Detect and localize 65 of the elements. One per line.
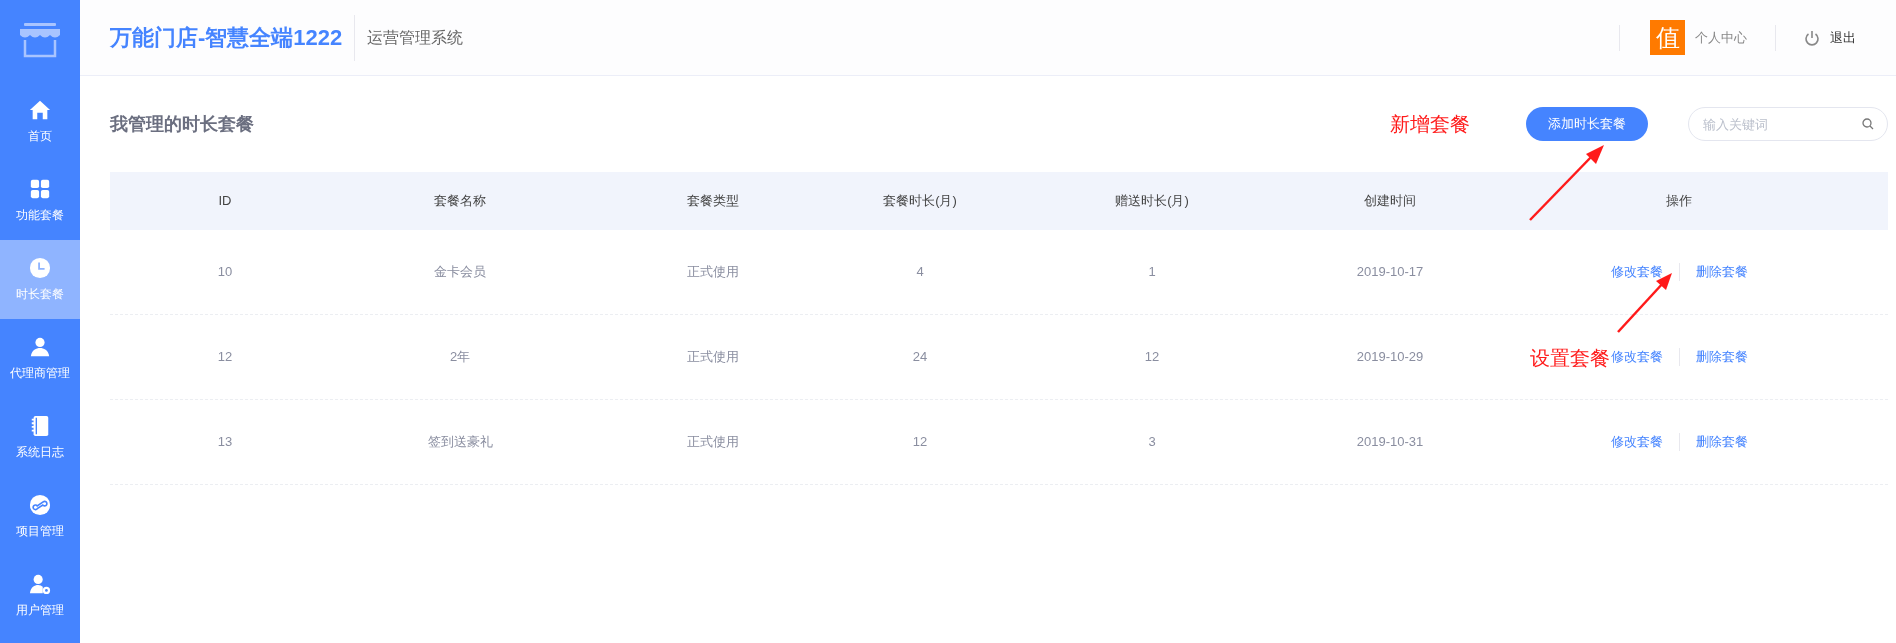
sidebar-label: 代理商管理: [10, 364, 70, 382]
table-cell-text: 正式使用: [686, 263, 740, 282]
sidebar-label: 首页: [28, 127, 52, 145]
table-cell-text: 4: [915, 263, 925, 282]
table-cell-text: 2019-10-29: [1355, 348, 1425, 367]
annotation-text: 新增套餐: [1390, 112, 1470, 137]
column-header: 套餐类型: [686, 192, 740, 211]
profile-link[interactable]: 个人中心: [1695, 27, 1747, 48]
user-gear-icon: [29, 572, 51, 595]
table-cell-text: 13: [216, 433, 234, 452]
table-cell-text: 1: [1147, 263, 1157, 282]
annotation-text: 设置套餐: [1530, 346, 1610, 371]
sidebar-label: 系统日志: [16, 443, 64, 461]
table-cell-text: 10: [216, 263, 234, 282]
action-link[interactable]: 删除套餐: [1695, 347, 1748, 367]
sidebar-label: 功能套餐: [16, 206, 64, 224]
table-cell-text: 正式使用: [686, 433, 740, 452]
action-link[interactable]: 修改套餐: [1610, 432, 1663, 452]
add-package-button[interactable]: 添加时长套餐: [1526, 107, 1648, 141]
brand-title: 万能门店-智慧全端1222: [110, 24, 343, 52]
system-subtitle: 运营管理系统: [367, 27, 464, 48]
table-cell-text: 签到送豪礼: [426, 433, 494, 452]
action-link[interactable]: 删除套餐: [1695, 262, 1748, 282]
sidebar-item[interactable]: 代理商管理: [0, 319, 80, 398]
table-cell-text: 12: [1143, 348, 1161, 367]
column-header: 创建时间: [1363, 192, 1417, 211]
sidebar-item[interactable]: 项目管理: [0, 477, 80, 556]
table-cell-text: 24: [911, 348, 929, 367]
sidebar-item[interactable]: 用户管理: [0, 556, 80, 635]
power-icon[interactable]: [1804, 29, 1820, 46]
action-link[interactable]: 修改套餐: [1610, 347, 1663, 367]
sidebar-label: 时长套餐: [16, 285, 64, 303]
action-link[interactable]: 修改套餐: [1610, 262, 1663, 282]
table-cell-text: 金卡会员: [433, 263, 487, 282]
column-header: 套餐名称: [433, 192, 487, 211]
sidebar-label: 项目管理: [16, 522, 64, 540]
sidebar-item[interactable]: 功能套餐: [0, 161, 80, 240]
table-cell-text: 正式使用: [686, 348, 740, 367]
person-icon: [29, 335, 51, 358]
column-header: ID: [217, 192, 233, 211]
search-icon[interactable]: [1862, 118, 1874, 130]
table-cell-text: 2年: [448, 348, 472, 367]
sidebar-item[interactable]: 时长套餐: [0, 240, 80, 319]
action-link[interactable]: 删除套餐: [1695, 432, 1748, 452]
column-header: 赠送时长(月): [1114, 192, 1190, 211]
page-title: 我管理的时长套餐: [110, 112, 254, 136]
table-cell-text: 2019-10-31: [1355, 433, 1425, 452]
table-cell-text: 12: [216, 348, 234, 367]
link-icon: [29, 493, 51, 516]
notebook-icon: [29, 414, 51, 437]
table-cell-text: 12: [911, 433, 929, 452]
sidebar-item[interactable]: 首页: [0, 82, 80, 161]
grid-icon: [29, 177, 51, 200]
column-header: 套餐时长(月): [882, 192, 958, 211]
column-header: 操作: [1665, 192, 1693, 211]
home-icon: [29, 98, 51, 121]
search-field[interactable]: 输入关键词: [1688, 107, 1888, 141]
logout-link[interactable]: 退出: [1830, 27, 1856, 48]
clock-icon: [29, 256, 51, 279]
sidebar-item[interactable]: 系统日志: [0, 398, 80, 477]
storefront-icon: [18, 23, 62, 59]
sidebar-label: 用户管理: [16, 601, 64, 619]
table-cell-text: 2019-10-17: [1355, 263, 1425, 282]
table-cell-text: 3: [1147, 433, 1157, 452]
avatar[interactable]: 值: [1650, 20, 1685, 55]
